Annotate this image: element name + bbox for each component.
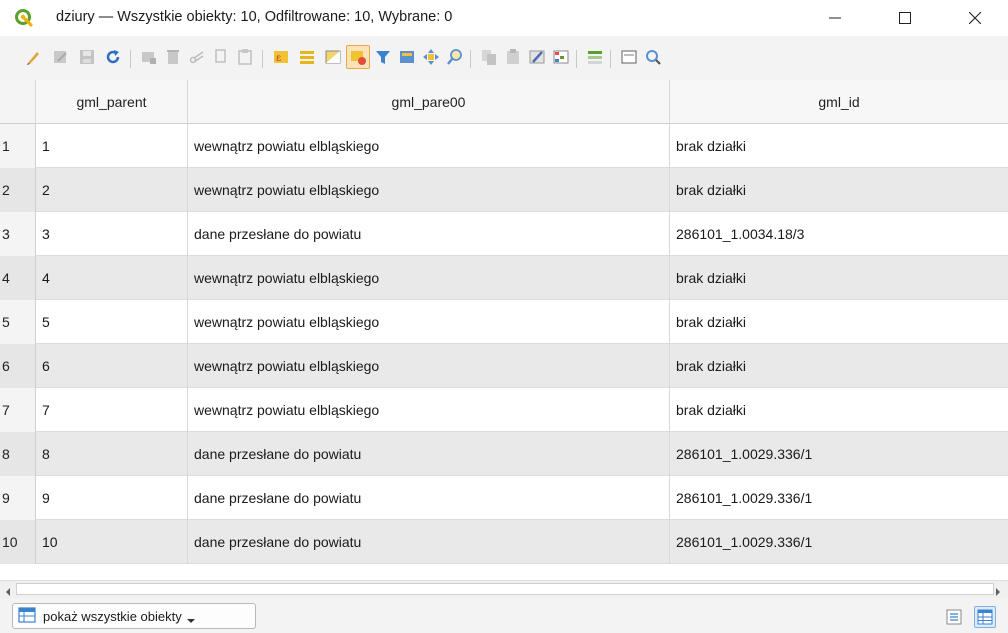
close-button[interactable] [952,0,998,36]
row-number[interactable]: 9 [0,476,36,520]
table-row[interactable]: 2 2 wewnątrz powiatu elbląskiego brak dział… [0,168,1008,212]
cell-gml-pare00[interactable]: wewnątrz powiatu elbląskiego [188,168,670,212]
table-row[interactable]: 7 7 wewnątrz powiatu elbląskiego brak dział… [0,388,1008,432]
actions-icon[interactable] [618,46,640,68]
table-row[interactable]: 1 1 wewnątrz powiatu elbląskiego brak dział… [0,124,1008,168]
cell-gml-id[interactable]: brak działki [670,168,1008,212]
save-edits-icon[interactable] [76,46,98,68]
cut-icon[interactable] [186,46,208,68]
cell-gml-pare00[interactable]: wewnątrz powiatu elbląskiego [188,300,670,344]
filter-icon[interactable] [372,46,394,68]
cell-gml-id[interactable]: 286101_1.0029.336/1 [670,520,1008,564]
invert-selection-icon[interactable] [322,46,344,68]
svg-text:ε: ε [276,53,281,64]
row-number[interactable]: 5 [0,300,36,344]
cell-gml-pare00[interactable]: wewnątrz powiatu elbląskiego [188,388,670,432]
cell-gml-parent[interactable]: 9 [36,476,188,520]
row-number[interactable]: 10 [0,520,36,564]
table-view-button[interactable] [974,606,996,628]
filter-label: pokaż wszystkie obiekty [43,608,182,624]
cell-gml-parent[interactable]: 2 [36,168,188,212]
deselect-all-icon[interactable] [346,45,370,69]
cell-gml-parent[interactable]: 8 [36,432,188,476]
field-calculator-icon[interactable] [526,46,548,68]
row-number[interactable]: 3 [0,212,36,256]
table-row[interactable]: 3 3 dane przesłane do powiatu 286101_1.0034… [0,212,1008,256]
table-row[interactable]: 8 8 dane przesłane do powiatu 286101_1.0029… [0,432,1008,476]
table-row[interactable]: 4 4 wewnątrz powiatu elbląskiego brak dział… [0,256,1008,300]
column-header-gml-pare00[interactable]: gml_pare00 [188,80,670,124]
table-row[interactable]: 10 10 dane przesłane do powiatu 286101_1.00… [0,520,1008,564]
column-header-gml-id[interactable]: gml_id [670,80,1008,124]
cell-gml-pare00[interactable]: wewnątrz powiatu elbląskiego [188,344,670,388]
select-all-icon[interactable] [296,46,318,68]
zoom-to-selected-icon[interactable] [444,46,466,68]
qgis-logo-icon [14,8,34,28]
corner-header[interactable] [0,80,36,124]
cell-gml-id[interactable]: 286101_1.0034.18/3 [670,212,1008,256]
table-row[interactable]: 5 5 wewnątrz powiatu elbląskiego brak dział… [0,300,1008,344]
cell-gml-id[interactable]: brak działki [670,300,1008,344]
row-number[interactable]: 7 [0,388,36,432]
select-by-expression-icon[interactable]: ε [270,46,292,68]
row-number[interactable]: 8 [0,432,36,476]
row-number[interactable]: 2 [0,168,36,212]
minimize-button[interactable] [812,0,858,36]
maximize-button[interactable] [882,0,928,36]
cell-gml-pare00[interactable]: wewnątrz powiatu elbląskiego [188,256,670,300]
dock-icon[interactable] [642,46,664,68]
move-selection-to-top-icon[interactable] [396,46,418,68]
organize-columns-icon[interactable] [584,46,606,68]
cell-gml-parent[interactable]: 5 [36,300,188,344]
cell-gml-id[interactable]: brak działki [670,388,1008,432]
paste-icon[interactable] [234,46,256,68]
cell-gml-id[interactable]: brak działki [670,124,1008,168]
cell-gml-pare00[interactable]: dane przesłane do powiatu [188,432,670,476]
cell-gml-pare00[interactable]: dane przesłane do powiatu [188,212,670,256]
row-number[interactable]: 6 [0,344,36,388]
toolbar: ε [0,36,1008,81]
toggle-editing-icon[interactable] [22,46,44,68]
table-row[interactable]: 6 6 wewnątrz powiatu elbląskiego brak dział… [0,344,1008,388]
cell-gml-id[interactable]: brak działki [670,344,1008,388]
cell-gml-id[interactable]: 286101_1.0029.336/1 [670,432,1008,476]
cell-gml-parent[interactable]: 4 [36,256,188,300]
conditional-formatting-icon[interactable] [550,46,572,68]
paste-rows-icon[interactable] [502,46,524,68]
form-view-button[interactable] [943,606,965,628]
table-row[interactable]: 9 9 dane przesłane do powiatu 286101_1.0029… [0,476,1008,520]
feature-filter-dropdown[interactable]: pokaż wszystkie obiekty [12,603,256,629]
attribute-table: gml_parent gml_pare00 gml_id 1 1 wewnątrz … [0,80,1008,570]
cell-gml-parent[interactable]: 10 [36,520,188,564]
column-header-gml-parent[interactable]: gml_parent [36,80,188,124]
cell-gml-parent[interactable]: 6 [36,344,188,388]
copy-icon[interactable] [210,46,232,68]
cell-gml-parent[interactable]: 1 [36,124,188,168]
cell-gml-id[interactable]: 286101_1.0029.336/1 [670,476,1008,520]
title-bar: dziury — Wszystkie obiekty: 10, Odfiltro… [0,0,1008,37]
row-number[interactable]: 4 [0,256,36,300]
cell-gml-id[interactable]: brak działki [670,256,1008,300]
copy-rows-icon[interactable] [478,46,500,68]
cell-gml-pare00[interactable]: dane przesłane do powiatu [188,520,670,564]
cell-gml-parent[interactable]: 3 [36,212,188,256]
chevron-down-icon [186,612,196,627]
scrollbar-thumb[interactable] [16,583,994,595]
attribute-table-window: dziury — Wszystkie obiekty: 10, Odfiltro… [0,0,1008,633]
horizontal-scrollbar[interactable] [0,580,1008,598]
row-number[interactable]: 1 [0,124,36,168]
cell-gml-parent[interactable]: 7 [36,388,188,432]
bottom-bar: pokaż wszystkie obiekty [0,598,1008,633]
cell-gml-pare00[interactable]: wewnątrz powiatu elbląskiego [188,124,670,168]
delete-feature-icon[interactable] [162,46,184,68]
add-feature-icon[interactable] [138,46,160,68]
pan-to-selected-icon[interactable] [420,46,442,68]
table-icon [18,606,36,626]
window-title: dziury — Wszystkie obiekty: 10, Odfiltro… [56,9,453,25]
cell-gml-pare00[interactable]: dane przesłane do powiatu [188,476,670,520]
multi-edit-icon[interactable] [50,46,72,68]
reload-icon[interactable] [102,46,124,68]
